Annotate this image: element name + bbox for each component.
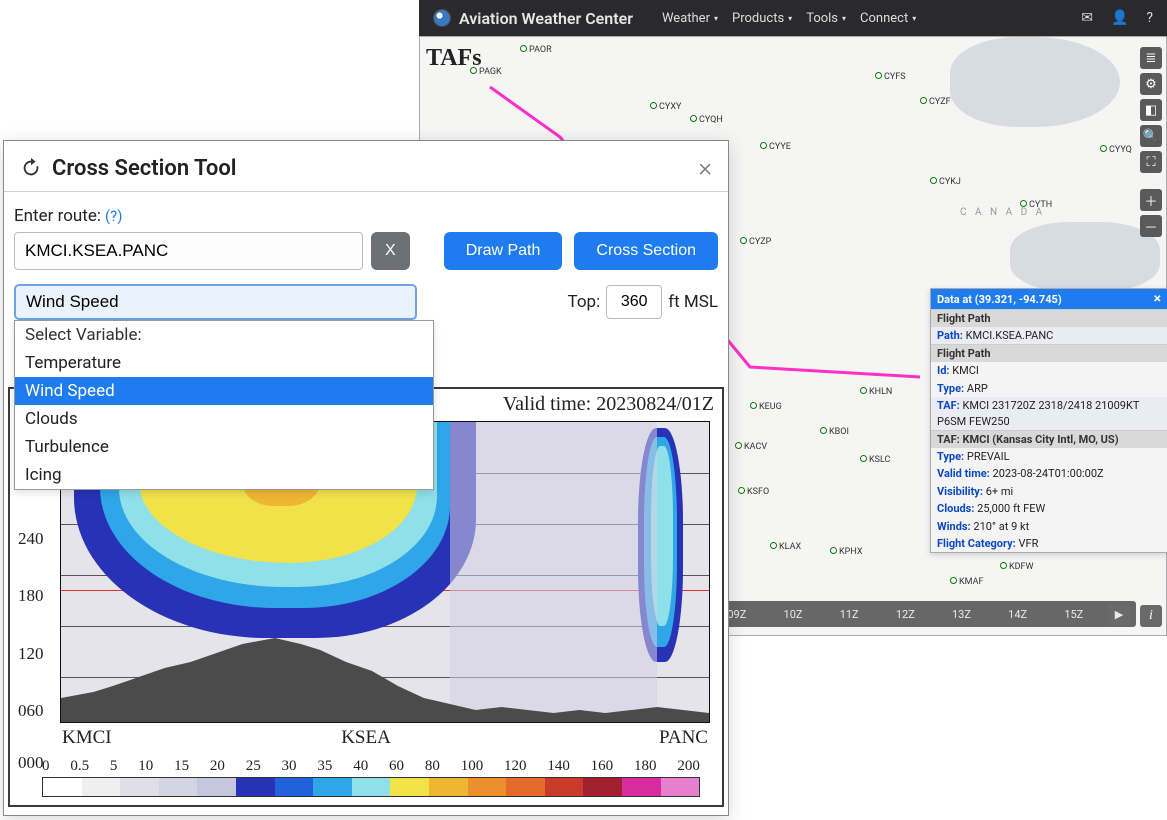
top-label: Top:: [568, 292, 601, 312]
station-marker[interactable]: CYXY: [650, 102, 681, 112]
top-input[interactable]: [606, 285, 662, 319]
station-marker[interactable]: PAGK: [470, 67, 502, 77]
y-tick: 060: [18, 701, 44, 721]
fullscreen-icon[interactable]: ⛶: [1140, 151, 1162, 173]
play-icon[interactable]: ▶: [1108, 603, 1130, 625]
dropdown-option[interactable]: Wind Speed: [15, 377, 433, 405]
route-label: Enter route:: [14, 206, 101, 226]
station-marker[interactable]: CYYQ: [1100, 145, 1132, 155]
route-help-link[interactable]: (?): [105, 207, 122, 225]
top-units: ft MSL: [668, 292, 718, 312]
menu-connect[interactable]: Connect▾: [856, 7, 920, 30]
station-marker[interactable]: KSFO: [738, 487, 769, 497]
user-icon[interactable]: 👤: [1111, 10, 1128, 26]
station-marker[interactable]: PAOR: [520, 45, 552, 55]
panel-close-icon[interactable]: ×: [698, 153, 712, 183]
zoom-out-icon[interactable]: －: [1140, 215, 1162, 237]
popup-section-header: Flight Path: [931, 344, 1167, 362]
zoom-in-icon[interactable]: ＋: [1140, 189, 1162, 211]
color-bar: [42, 777, 700, 797]
settings-icon[interactable]: ⚙: [1140, 73, 1162, 95]
station-marker[interactable]: KDFW: [1000, 562, 1034, 572]
dropdown-option[interactable]: Clouds: [15, 405, 433, 433]
route-input[interactable]: [14, 232, 363, 270]
data-popup: Data at (39.321, -94.745) × Flight Path …: [930, 288, 1167, 553]
map-controls: ≣ ⚙ ◧ 🔍 ⛶ ＋ －: [1140, 47, 1162, 237]
help-icon[interactable]: ?: [1146, 10, 1153, 26]
station-marker[interactable]: KLAX: [770, 542, 801, 552]
map-info-icon[interactable]: i: [1140, 605, 1162, 627]
brand-title: Aviation Weather Center: [459, 9, 633, 28]
clear-route-button[interactable]: X: [371, 232, 410, 270]
station-marker[interactable]: CYYE: [760, 142, 791, 152]
popup-close-icon[interactable]: ×: [1154, 292, 1161, 306]
station-marker[interactable]: KBOI: [820, 427, 849, 437]
main-menu: Weather▾ Products▾ Tools▾ Connect▾: [658, 7, 920, 30]
refresh-icon: [20, 157, 42, 179]
top-navbar: Aviation Weather Center Weather▾ Product…: [419, 0, 1167, 36]
x-station: KMCI: [62, 727, 112, 749]
popup-section-header: Flight Path: [931, 309, 1167, 327]
cross-section-panel: Cross Section Tool × Enter route: (?) X …: [3, 140, 729, 816]
dropdown-option[interactable]: Icing: [15, 461, 433, 489]
variable-dropdown: Select Variable: Temperature Wind Speed …: [14, 320, 434, 490]
y-tick: 180: [18, 586, 44, 606]
x-station: KSEA: [341, 727, 391, 749]
menu-weather[interactable]: Weather▾: [658, 7, 722, 30]
layers-icon[interactable]: ≣: [1140, 47, 1162, 69]
station-marker[interactable]: KMAF: [950, 577, 983, 587]
station-marker[interactable]: CYZF: [920, 97, 951, 107]
x-station: PANC: [659, 727, 708, 749]
search-icon[interactable]: 🔍: [1140, 125, 1162, 147]
station-marker[interactable]: CYZP: [740, 237, 771, 247]
menu-products[interactable]: Products▾: [728, 7, 796, 30]
station-marker[interactable]: KEUG: [750, 402, 782, 412]
y-tick: 240: [18, 529, 44, 549]
station-marker[interactable]: CYFS: [875, 72, 906, 82]
station-marker[interactable]: KACV: [735, 442, 767, 452]
chart-valid-time: Valid time: 20230824/01Z: [503, 393, 714, 416]
station-marker[interactable]: KPHX: [830, 547, 862, 557]
station-marker[interactable]: CYTH: [1020, 200, 1052, 210]
station-marker[interactable]: CYQH: [690, 115, 723, 125]
variable-select[interactable]: [14, 284, 417, 320]
station-marker[interactable]: KHLN: [860, 387, 892, 397]
y-tick: 120: [18, 644, 44, 664]
dropdown-option[interactable]: Turbulence: [15, 433, 433, 461]
basemap-icon[interactable]: ◧: [1140, 99, 1162, 121]
y-tick: 000: [18, 753, 44, 773]
nav-right: ✉ 👤 ?: [1081, 10, 1153, 26]
station-marker[interactable]: KSLC: [860, 455, 890, 465]
cross-section-button[interactable]: Cross Section: [574, 232, 718, 270]
color-bar-labels: 0 0.5 5 10 15 20 25 30 35 40 60 80 100 1…: [42, 758, 700, 775]
popup-section-header: TAF: KMCI (Kansas City Intl, MO, US): [931, 430, 1167, 448]
dropdown-option[interactable]: Select Variable:: [15, 321, 433, 349]
brand-logo: [433, 9, 451, 27]
menu-tools[interactable]: Tools▾: [802, 7, 850, 30]
dropdown-option[interactable]: Temperature: [15, 349, 433, 377]
draw-path-button[interactable]: Draw Path: [444, 232, 563, 270]
panel-title: Cross Section Tool: [20, 156, 237, 181]
mail-icon[interactable]: ✉: [1081, 10, 1093, 26]
popup-title: Data at (39.321, -94.745): [937, 293, 1062, 306]
station-marker[interactable]: CYKJ: [930, 177, 961, 187]
